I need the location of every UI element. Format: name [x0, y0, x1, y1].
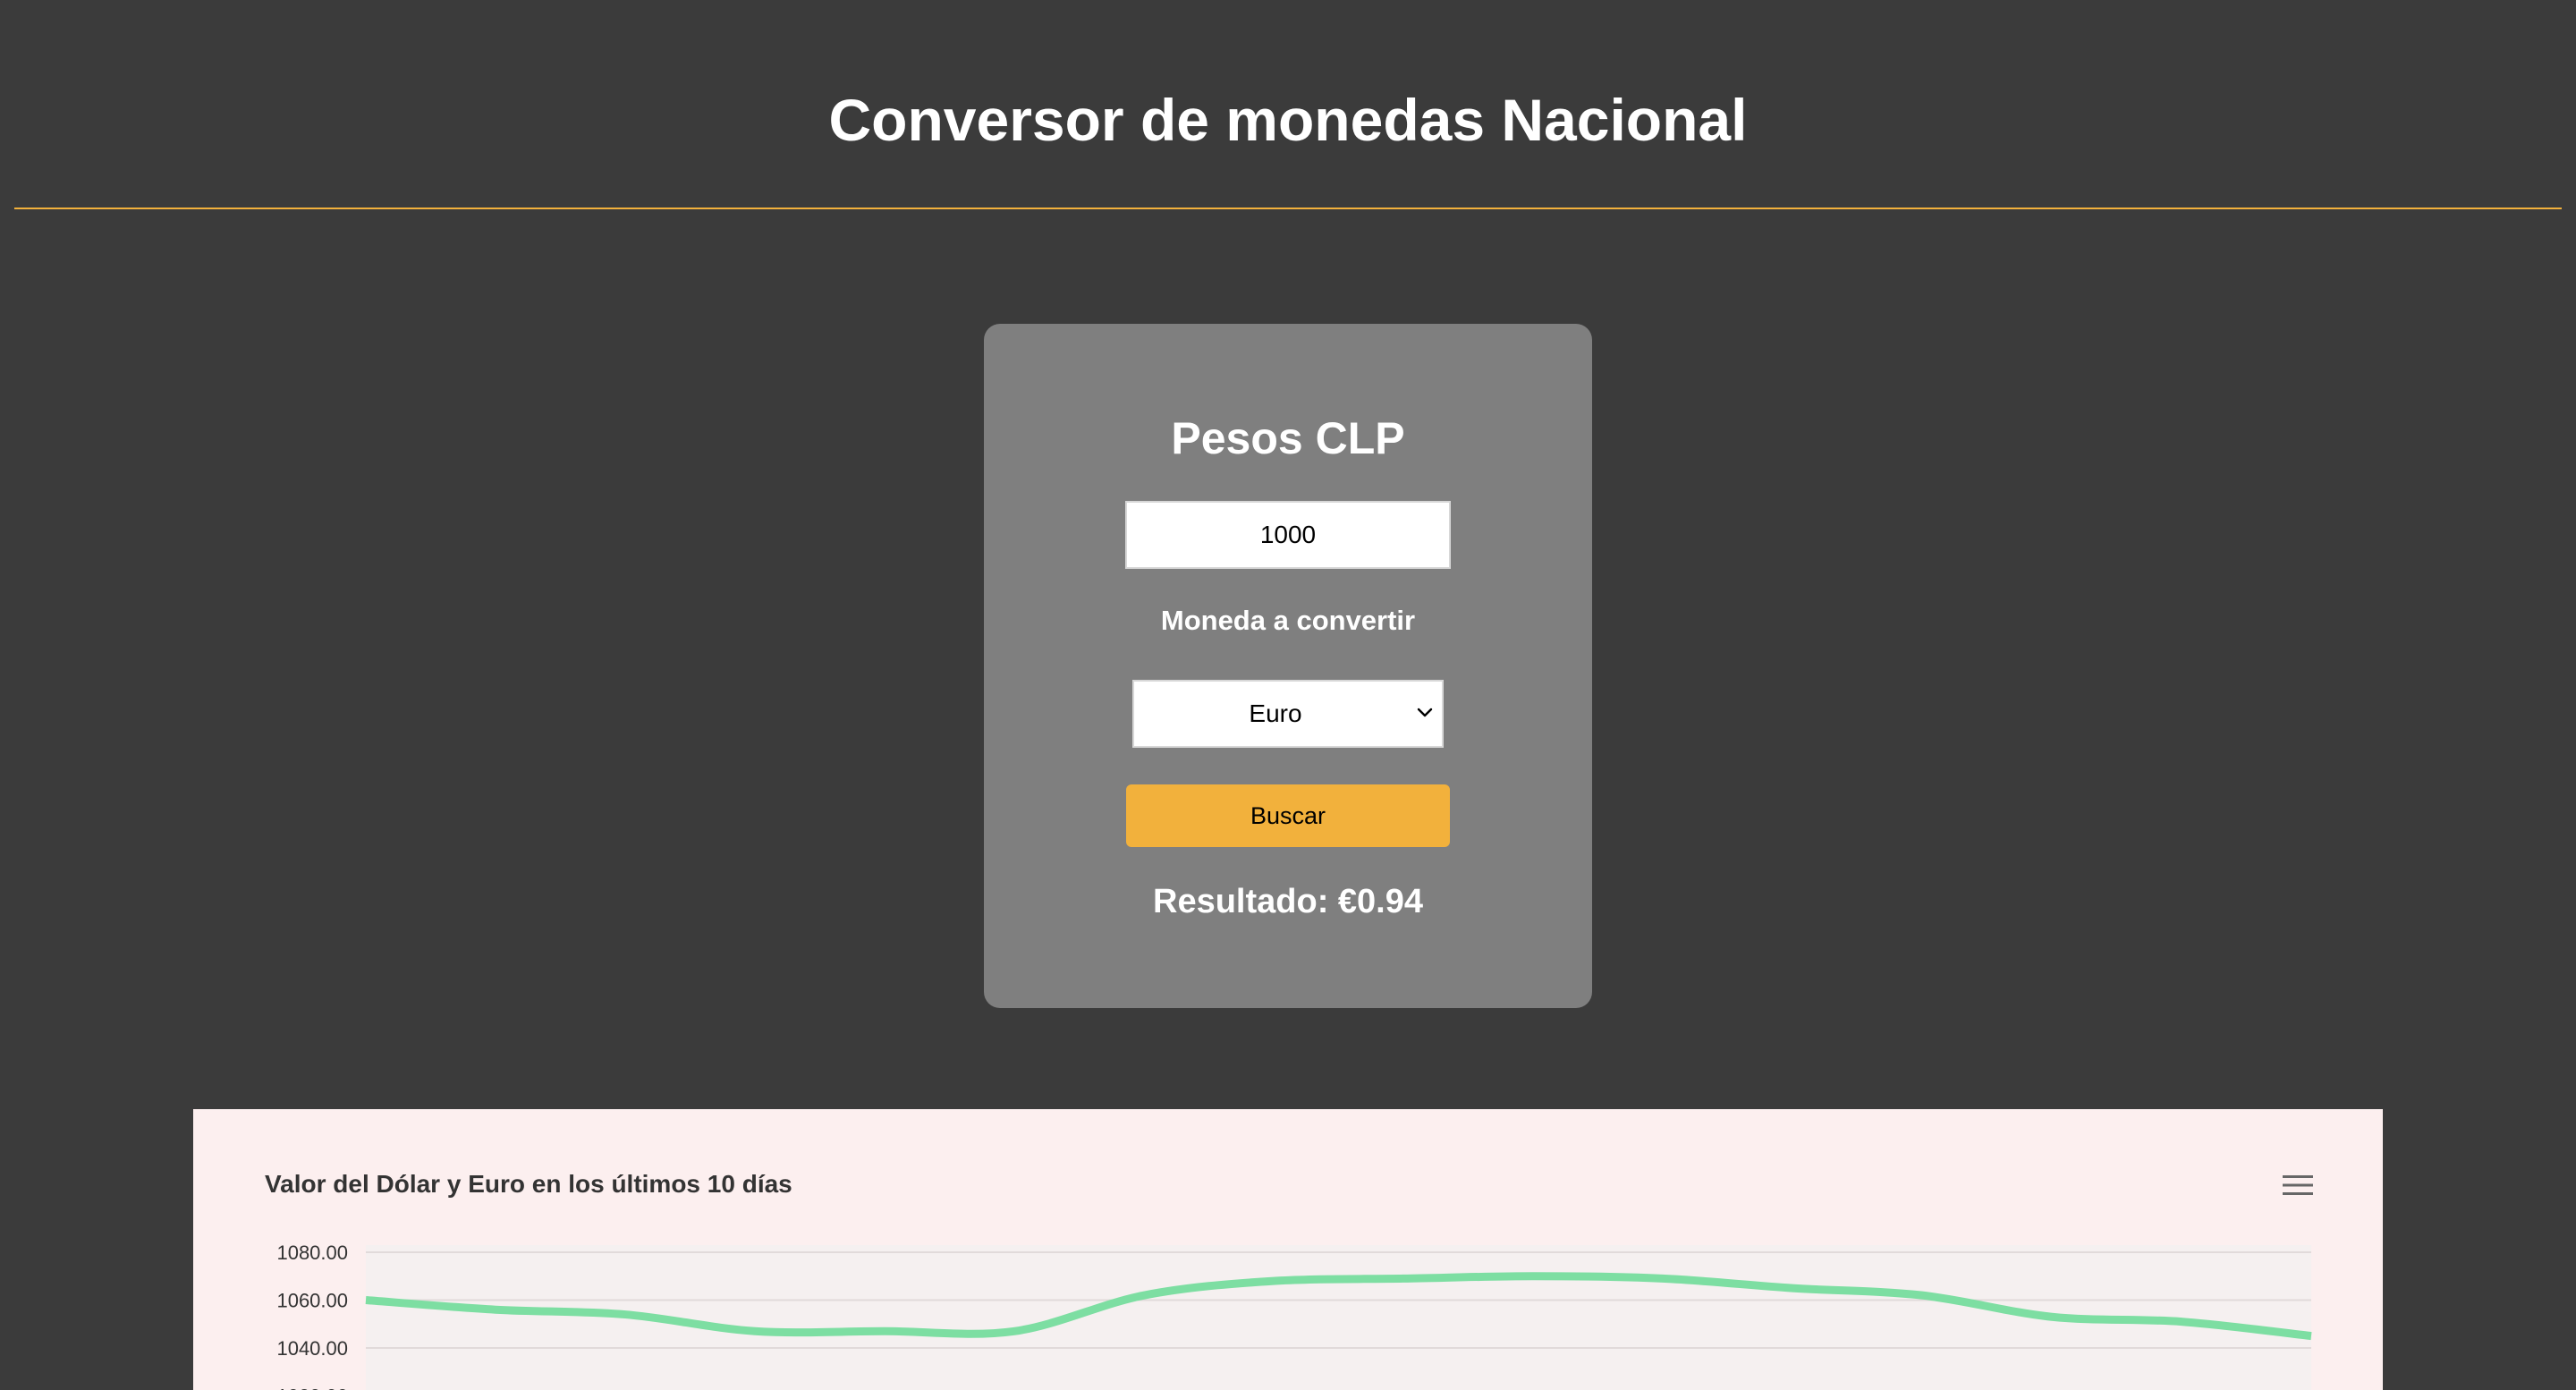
chart-panel: 1080.00 1060.00 1040.00 1020.00 Valor del D… — [193, 1109, 2383, 1390]
chevron-down-icon — [1417, 708, 1433, 717]
convert-currency-label: Moneda a convertir — [1160, 605, 1416, 636]
amount-input[interactable] — [1125, 501, 1451, 569]
hamburger-menu-icon[interactable] — [2283, 1174, 2313, 1197]
header-divider — [14, 208, 2562, 209]
currency-select-value: Euro — [1249, 699, 1302, 727]
converter-title: Pesos CLP — [1171, 413, 1405, 463]
y-tick-label: 1080.00 — [276, 1242, 348, 1264]
chart-title: Valor del Dólar y Euro en los últimos 10… — [265, 1170, 792, 1198]
y-tick-label: 1020.00 — [276, 1386, 348, 1390]
page: Conversor de monedas Nacional Pesos CLP … — [0, 0, 2576, 1390]
converter-card: Pesos CLP Moneda a convertir Euro Buscar… — [984, 324, 1592, 1008]
y-tick-label: 1040.00 — [276, 1337, 348, 1360]
currency-select[interactable]: Euro — [1132, 680, 1444, 748]
page-title: Conversor de monedas Nacional — [828, 87, 1748, 153]
result-text: Resultado: €0.94 — [1153, 883, 1423, 920]
search-button[interactable]: Buscar — [1126, 784, 1450, 847]
y-tick-label: 1060.00 — [276, 1290, 348, 1312]
line-chart: 1080.00 1060.00 1040.00 1020.00 — [276, 1242, 2312, 1390]
